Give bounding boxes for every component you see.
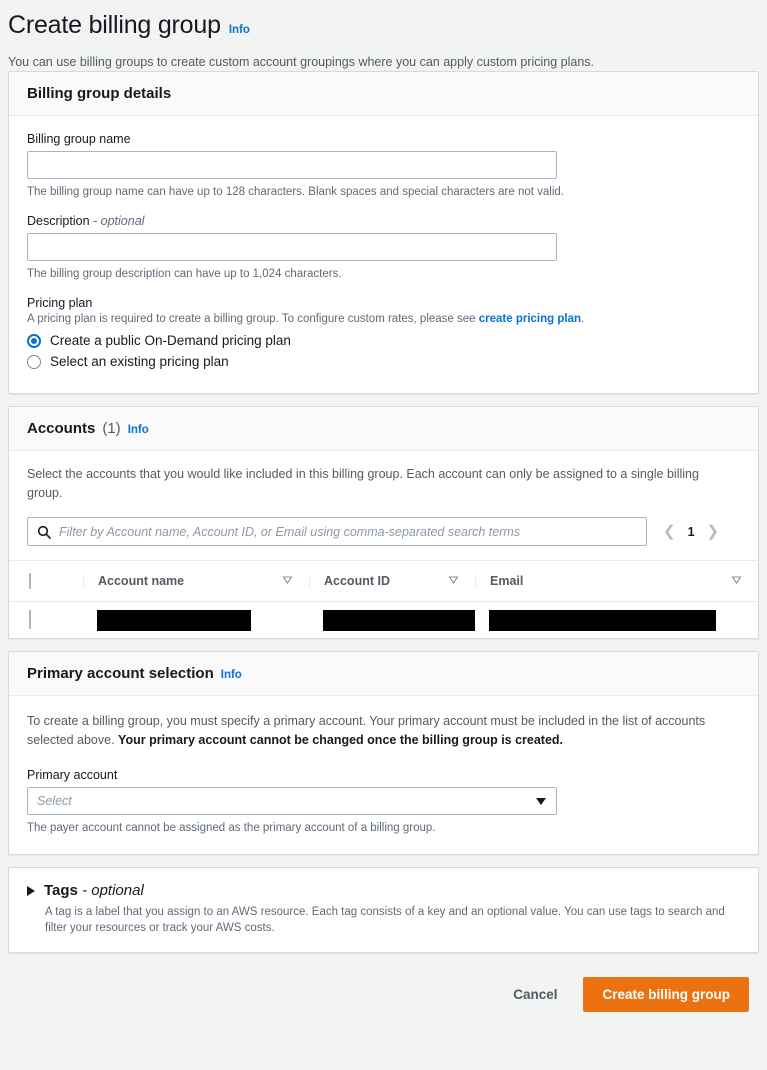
create-pricing-plan-link[interactable]: create pricing plan <box>479 313 581 325</box>
description-hint: The billing group description can have u… <box>27 268 342 280</box>
tags-title: Tags - optional <box>44 882 144 899</box>
pricing-plan-subtext: A pricing plan is required to create a b… <box>27 311 740 327</box>
billing-group-details-card: Billing group details Billing group name… <box>8 71 759 394</box>
page-title: Create billing group <box>8 11 221 39</box>
accounts-filter-row: Filter by Account name, Account ID, or E… <box>9 503 758 560</box>
sort-descending-icon[interactable] <box>731 574 742 588</box>
accounts-table-header-row: Account name Account ID Email <box>9 560 758 602</box>
page-info-link[interactable]: Info <box>229 24 250 36</box>
select-all-checkbox[interactable] <box>29 573 31 589</box>
row-account-id-wrap <box>309 609 475 631</box>
accounts-card: Accounts (1) Info Select the accounts th… <box>8 406 759 639</box>
column-account-name-label: Account name <box>98 574 185 588</box>
primary-account-info-link[interactable]: Info <box>221 669 242 681</box>
accounts-description: Select the accounts that you would like … <box>27 467 699 500</box>
description-input[interactable] <box>27 233 557 261</box>
sort-descending-icon[interactable] <box>448 574 459 588</box>
page-title-row: Create billing group Info <box>8 10 747 40</box>
billing-group-details-body: Billing group name The billing group nam… <box>9 116 758 393</box>
accounts-header: Accounts (1) Info <box>9 407 758 451</box>
accounts-count: (1) <box>102 420 121 437</box>
pricing-plan-option-on-demand[interactable]: Create a public On-Demand pricing plan <box>27 333 740 348</box>
column-account-id-inner: Account ID <box>309 574 475 588</box>
billing-group-name-label: Billing group name <box>27 132 131 146</box>
tags-optional-suffix: - optional <box>82 882 144 899</box>
redacted-email <box>489 609 716 631</box>
column-account-name[interactable]: Account name <box>83 560 309 602</box>
column-email-inner: Email <box>475 574 758 588</box>
pagination-current-page[interactable]: 1 <box>688 525 695 539</box>
row-select-checkbox[interactable] <box>29 610 31 629</box>
accounts-search-placeholder: Filter by Account name, Account ID, or E… <box>59 524 521 539</box>
redacted-account-name <box>97 609 251 631</box>
redacted-account-id <box>323 609 475 631</box>
tags-card: Tags - optional A tag is a label that yo… <box>8 867 759 953</box>
primary-account-field: Primary account Select The payer account… <box>9 750 758 836</box>
accounts-search-box[interactable]: Filter by Account name, Account ID, or E… <box>27 517 647 546</box>
column-email[interactable]: Email <box>475 560 758 602</box>
primary-account-card: Primary account selection Info To create… <box>8 651 759 855</box>
column-email-label: Email <box>490 574 524 588</box>
primary-account-hint: The payer account cannot be assigned as … <box>27 822 436 834</box>
search-icon <box>37 525 51 539</box>
pricing-plan-label: Pricing plan <box>27 296 93 310</box>
primary-account-description: To create a billing group, you must spec… <box>9 712 755 750</box>
table-row[interactable] <box>9 601 758 638</box>
primary-account-label: Primary account <box>27 768 118 782</box>
row-account-name-wrap <box>83 609 309 631</box>
pricing-plan-option-on-demand-label: Create a public On-Demand pricing plan <box>50 333 291 348</box>
primary-account-body: To create a billing group, you must spec… <box>9 696 758 854</box>
create-billing-group-button[interactable]: Create billing group <box>583 977 749 1012</box>
description-optional-suffix: - optional <box>93 214 145 228</box>
row-account-name-cell <box>83 601 309 638</box>
cancel-button[interactable]: Cancel <box>509 981 561 1008</box>
radio-on-demand-icon[interactable] <box>27 333 41 348</box>
row-account-id-cell <box>309 601 475 638</box>
accounts-select-all-cell <box>9 560 83 602</box>
chevron-left-icon[interactable]: ❮ <box>663 524 676 539</box>
sort-descending-icon[interactable] <box>282 574 293 588</box>
accounts-title: Accounts <box>27 420 96 437</box>
row-select-cell <box>9 601 83 638</box>
tags-description: A tag is a label that you assign to an A… <box>45 906 725 934</box>
pricing-plan-option-existing-label: Select an existing pricing plan <box>50 354 229 369</box>
primary-account-description-bold: Your primary account cannot be changed o… <box>118 733 564 747</box>
column-account-id-label: Account ID <box>324 574 390 588</box>
billing-group-name-hint: The billing group name can have up to 12… <box>27 186 564 198</box>
accounts-pagination: ❮ 1 ❯ <box>657 524 719 539</box>
column-account-id[interactable]: Account ID <box>309 560 475 602</box>
billing-group-name-input[interactable] <box>27 151 557 179</box>
triangle-right-icon[interactable] <box>27 885 35 896</box>
tags-expander[interactable]: Tags - optional <box>27 882 740 899</box>
billing-group-details-header: Billing group details <box>9 72 758 116</box>
description-label: Description - optional <box>27 214 740 228</box>
primary-account-select[interactable]: Select <box>27 787 557 815</box>
billing-group-name-field: Billing group name The billing group nam… <box>27 132 740 200</box>
pricing-plan-subtext-before: A pricing plan is required to create a b… <box>27 313 479 325</box>
row-email-cell <box>475 601 758 638</box>
primary-account-title: Primary account selection <box>27 665 214 682</box>
primary-account-select-placeholder: Select <box>37 794 72 808</box>
column-account-name-inner: Account name <box>83 574 309 588</box>
form-footer: Cancel Create billing group <box>0 965 767 1026</box>
page-header: Create billing group Info You can use bi… <box>0 0 767 71</box>
primary-account-header: Primary account selection Info <box>9 652 758 696</box>
pricing-plan-option-existing[interactable]: Select an existing pricing plan <box>27 354 740 369</box>
radio-existing-icon[interactable] <box>27 354 41 369</box>
tags-body: Tags - optional A tag is a label that yo… <box>9 868 758 952</box>
pricing-plan-subtext-after: . <box>581 313 585 325</box>
accounts-table: Account name Account ID Email <box>9 560 758 638</box>
chevron-down-icon[interactable] <box>536 797 546 805</box>
chevron-right-icon[interactable]: ❯ <box>707 524 720 539</box>
billing-group-details-title: Billing group details <box>27 85 172 102</box>
description-field: Description - optional The billing group… <box>27 214 740 282</box>
accounts-table-head: Account name Account ID Email <box>9 560 758 602</box>
description-label-text: Description <box>27 214 90 228</box>
accounts-table-body <box>9 601 758 638</box>
tags-title-text: Tags <box>44 882 78 899</box>
accounts-info-link[interactable]: Info <box>128 424 149 436</box>
page-description: You can use billing groups to create cus… <box>8 55 594 69</box>
pricing-plan-group: Pricing plan A pricing plan is required … <box>27 296 740 369</box>
row-email-wrap <box>475 609 758 631</box>
